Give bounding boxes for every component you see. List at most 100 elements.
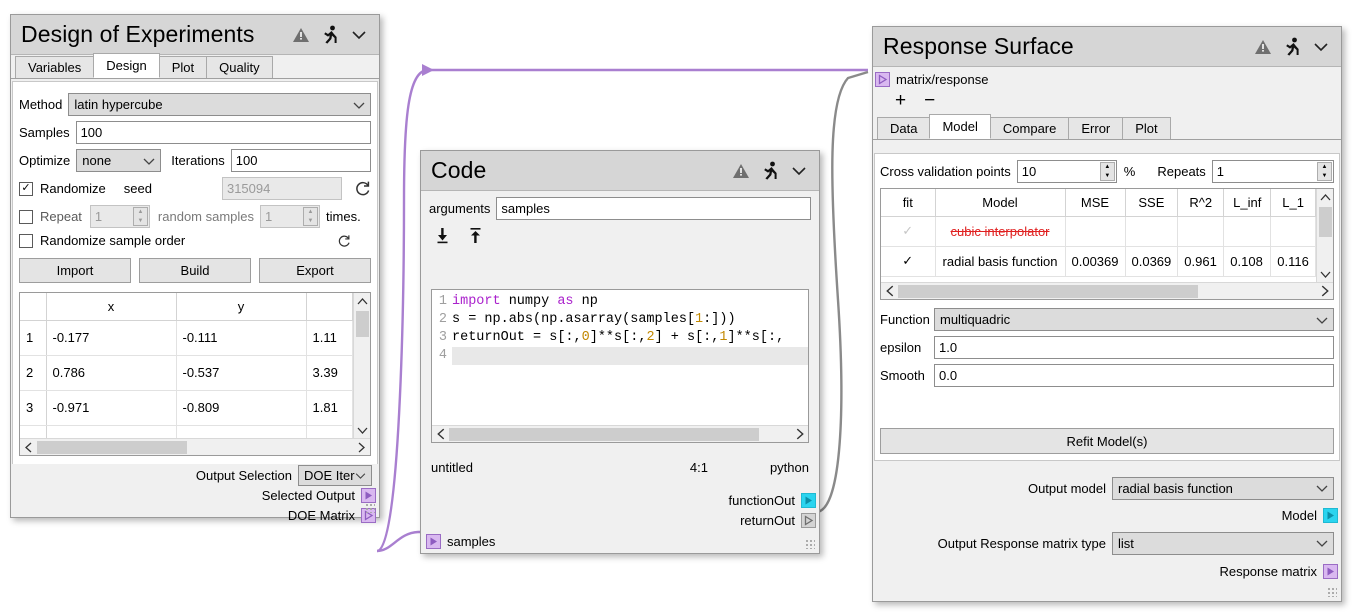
vscroll-thumb[interactable]	[356, 311, 369, 337]
col-linf[interactable]: L_inf	[1224, 189, 1271, 216]
col-model[interactable]: Model	[935, 189, 1065, 216]
function-dropdown[interactable]: multiquadric	[934, 308, 1334, 331]
cell-mse[interactable]: 0.00369	[1065, 246, 1125, 276]
cell-z[interactable]: 1.04	[306, 425, 353, 438]
optimize-dropdown[interactable]: none	[76, 149, 161, 172]
model-output-port[interactable]	[1323, 508, 1338, 523]
table-row[interactable]: 1 -0.177 -0.111 1.11	[20, 320, 353, 355]
download-icon[interactable]	[433, 226, 452, 245]
table-row[interactable]: ✓ radial basis function 0.00369 0.0369 0…	[881, 246, 1316, 276]
scroll-right-icon[interactable]	[1316, 285, 1333, 297]
scroll-up-icon[interactable]	[1317, 189, 1333, 205]
col-r2[interactable]: R^2	[1178, 189, 1224, 216]
cell-model-name[interactable]: cubic interpolator	[935, 216, 1065, 246]
scroll-left-icon[interactable]	[20, 442, 37, 453]
cell-fit-check[interactable]: ✓	[881, 216, 935, 246]
cell-r2[interactable]: 0.961	[1178, 246, 1224, 276]
tab-model[interactable]: Model	[929, 114, 990, 139]
output-selection-dropdown[interactable]: DOE Iter	[298, 465, 372, 486]
iterations-input[interactable]: 100	[231, 149, 371, 172]
refresh-seed-icon[interactable]	[354, 180, 371, 197]
hscroll-track[interactable]	[449, 428, 791, 441]
function-out-port[interactable]	[801, 493, 816, 508]
cell-z[interactable]: 3.39	[306, 355, 353, 390]
upload-icon[interactable]	[466, 226, 485, 245]
arguments-input[interactable]: samples	[496, 197, 811, 220]
cell-x[interactable]: 0.786	[46, 355, 176, 390]
response-matrix-port[interactable]	[1323, 564, 1338, 579]
warning-icon[interactable]	[1254, 39, 1272, 55]
cv-points-input[interactable]: 10 ▲▼	[1017, 160, 1117, 183]
tab-design[interactable]: Design	[93, 53, 159, 78]
cell-linf[interactable]: 0.108	[1224, 246, 1271, 276]
scroll-right-icon[interactable]	[791, 428, 808, 440]
random-samples-spinner[interactable]: ▲▼	[303, 207, 318, 226]
rs-table-hscrollbar[interactable]	[881, 282, 1333, 299]
code-editor[interactable]: 1 import numpy as np 2 s = np.abs(np.asa…	[431, 289, 809, 443]
scroll-up-icon[interactable]	[354, 293, 370, 309]
import-button[interactable]: Import	[19, 258, 131, 283]
code-line[interactable]: 2 s = np.abs(np.asarray(samples[1:]))	[432, 311, 808, 329]
cell-z[interactable]: 1.11	[306, 320, 353, 355]
scroll-down-icon[interactable]	[354, 422, 370, 438]
cell-l1[interactable]: 0.116	[1271, 246, 1316, 276]
code-line[interactable]: 4	[432, 347, 808, 365]
col-l1[interactable]: L_1	[1271, 189, 1316, 216]
samples-in-port[interactable]	[426, 534, 441, 549]
cell-mse[interactable]	[1065, 216, 1125, 246]
repeat-spinner[interactable]: ▲▼	[133, 207, 148, 226]
hscroll-thumb[interactable]	[449, 428, 759, 441]
col-z[interactable]	[306, 293, 353, 320]
cell-sse[interactable]: 0.0369	[1125, 246, 1178, 276]
rs-resize-grip[interactable]	[1327, 587, 1337, 597]
cell-y[interactable]: -0.537	[176, 355, 306, 390]
hscroll-track[interactable]	[898, 285, 1316, 298]
epsilon-input[interactable]: 1.0	[934, 336, 1334, 359]
scroll-down-icon[interactable]	[1317, 266, 1333, 282]
col-x[interactable]: x	[46, 293, 176, 320]
code-line[interactable]: 3 returnOut = s[:,0]**s[:,2] + s[:,1]**s…	[432, 329, 808, 347]
table-row[interactable]: ✓ cubic interpolator	[881, 216, 1316, 246]
tab-error[interactable]: Error	[1068, 117, 1123, 139]
add-model-button[interactable]: +	[895, 91, 906, 110]
randomize-order-checkbox[interactable]	[19, 234, 33, 248]
doe-resize-grip[interactable]	[365, 503, 375, 513]
editor-hscrollbar[interactable]	[432, 425, 808, 442]
seed-input[interactable]: 315094	[222, 177, 342, 200]
repeats-spinner[interactable]: ▲▼	[1317, 162, 1332, 181]
method-dropdown[interactable]: latin hypercube	[68, 93, 371, 116]
repeats-input[interactable]: 1 ▲▼	[1212, 160, 1334, 183]
run-icon[interactable]	[762, 161, 779, 180]
selected-output-port[interactable]	[361, 488, 376, 503]
chevron-down-icon[interactable]	[1313, 42, 1329, 52]
randomize-checkbox[interactable]: ✓	[19, 182, 33, 196]
tab-plot[interactable]: Plot	[1122, 117, 1170, 139]
cell-x[interactable]: -0.971	[46, 390, 176, 425]
output-matrix-type-dropdown[interactable]: list	[1112, 532, 1334, 555]
scroll-left-icon[interactable]	[881, 285, 898, 297]
table-row[interactable]: 2 0.786 -0.537 3.39	[20, 355, 353, 390]
col-sse[interactable]: SSE	[1125, 189, 1178, 216]
tab-data[interactable]: Data	[877, 117, 930, 139]
run-icon[interactable]	[1284, 37, 1301, 56]
cv-points-spinner[interactable]: ▲▼	[1100, 162, 1115, 181]
repeat-checkbox[interactable]	[19, 210, 33, 224]
hscroll-thumb[interactable]	[898, 285, 1198, 298]
cell-linf[interactable]	[1224, 216, 1271, 246]
tab-variables[interactable]: Variables	[15, 56, 94, 78]
random-samples-input[interactable]: 1 ▲▼	[260, 205, 320, 228]
chevron-down-icon[interactable]	[351, 30, 367, 40]
remove-model-button[interactable]: −	[924, 91, 935, 110]
cell-sse[interactable]	[1125, 216, 1178, 246]
vscroll-thumb[interactable]	[1319, 207, 1332, 237]
warning-icon[interactable]	[292, 27, 310, 43]
cell-y[interactable]: -0.354	[176, 425, 306, 438]
table-row[interactable]: 3 -0.971 -0.809 1.81	[20, 390, 353, 425]
chevron-down-icon[interactable]	[791, 166, 807, 176]
tab-plot[interactable]: Plot	[159, 56, 207, 78]
refresh-order-icon[interactable]	[337, 234, 351, 248]
code-resize-grip[interactable]	[805, 539, 815, 549]
col-mse[interactable]: MSE	[1065, 189, 1125, 216]
output-model-dropdown[interactable]: radial basis function	[1112, 477, 1334, 500]
cell-x[interactable]: -0.177	[46, 320, 176, 355]
